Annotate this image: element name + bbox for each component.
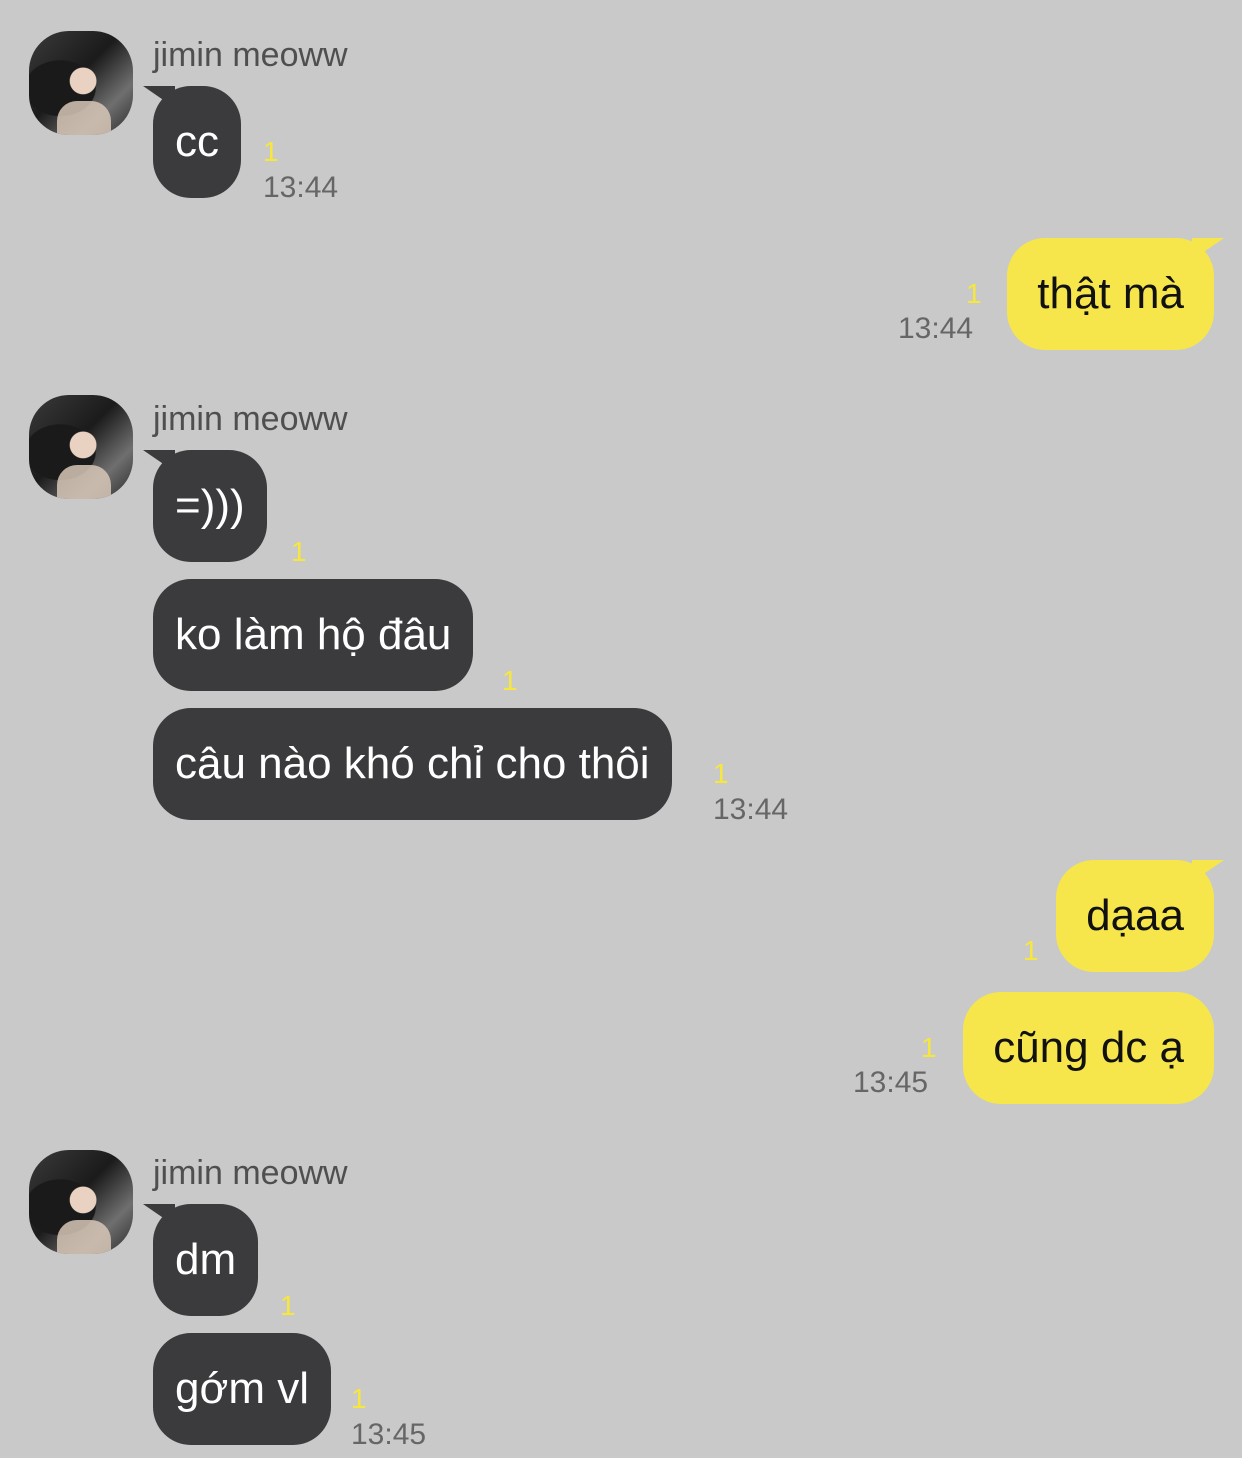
sender-name: jimin meoww — [153, 1154, 348, 1192]
incoming-message-bubble[interactable]: cc — [153, 86, 241, 198]
outgoing-message-bubble[interactable]: dạaa — [1056, 860, 1214, 972]
message-time: 13:44 — [898, 312, 974, 345]
incoming-message-bubble[interactable]: =))) — [153, 450, 267, 562]
outgoing-message-bubble[interactable]: thật mà — [1007, 238, 1214, 350]
unread-count: 1 — [502, 665, 518, 696]
unread-count: 1 — [263, 136, 279, 167]
unread-count: 1 — [1023, 935, 1039, 966]
incoming-message-bubble[interactable]: ko làm hộ đâu — [153, 579, 474, 691]
sender-name: jimin meoww — [153, 400, 348, 438]
unread-count: 1 — [966, 278, 982, 309]
sender-avatar[interactable] — [29, 395, 133, 499]
unread-count: 1 — [280, 1290, 296, 1321]
unread-count: 1 — [291, 536, 307, 567]
incoming-message-bubble[interactable]: gớm vl — [153, 1333, 331, 1445]
sender-avatar[interactable] — [29, 1150, 133, 1254]
unread-count: 1 — [713, 758, 729, 789]
outgoing-message-bubble[interactable]: cũng dc ạ — [963, 992, 1214, 1104]
message-time: 13:44 — [263, 171, 339, 204]
message-time: 13:45 — [351, 1418, 427, 1451]
unread-count: 1 — [351, 1383, 367, 1414]
incoming-message-bubble[interactable]: câu nào khó chỉ cho thôi — [153, 708, 672, 820]
message-time: 13:44 — [713, 793, 789, 826]
unread-count: 1 — [921, 1032, 937, 1063]
incoming-message-bubble[interactable]: dm — [153, 1204, 259, 1316]
sender-avatar[interactable] — [29, 31, 133, 135]
sender-name: jimin meoww — [153, 36, 348, 74]
message-time: 13:45 — [853, 1066, 929, 1099]
